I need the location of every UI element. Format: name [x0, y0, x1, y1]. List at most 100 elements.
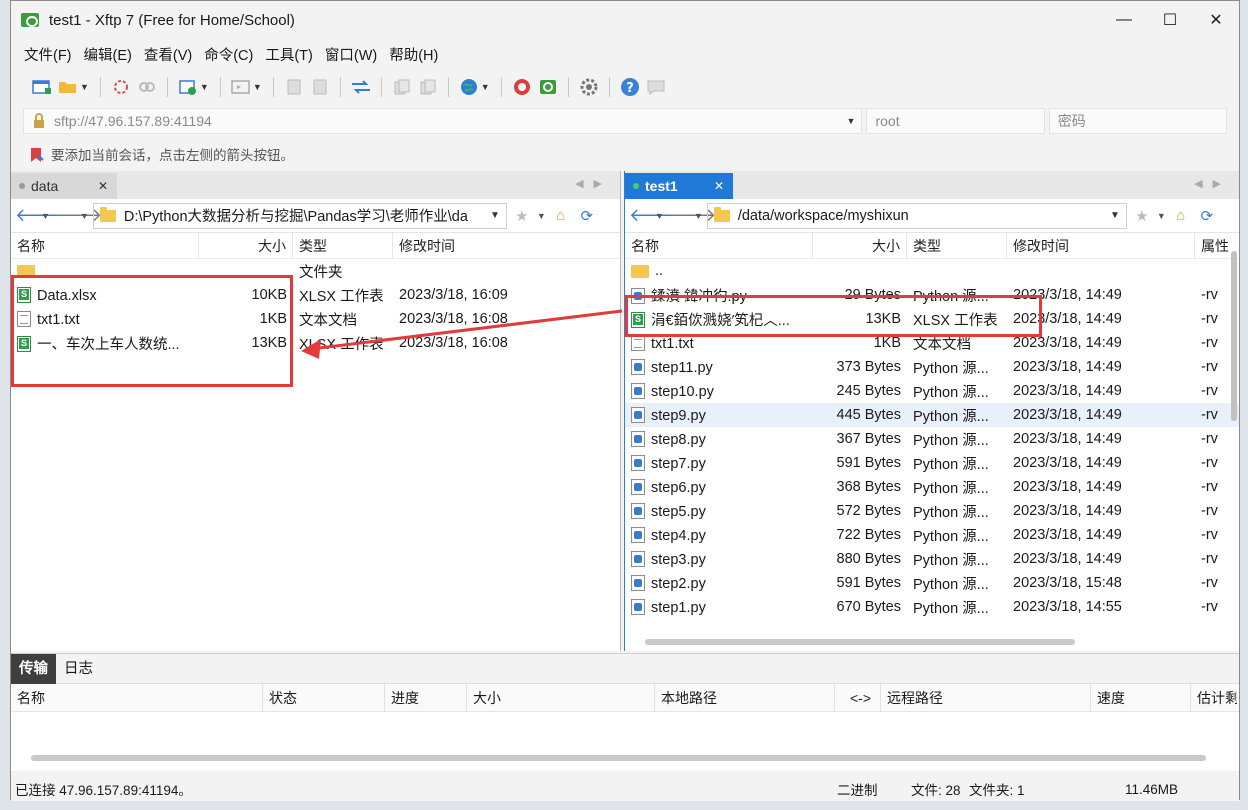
table-row[interactable]: step11.py 373 Bytes Python 源... 2023/3/18, …: [625, 355, 1239, 379]
download-icon[interactable]: [309, 76, 331, 98]
vertical-scrollbar[interactable]: [1231, 251, 1237, 421]
col-remote-path[interactable]: 远程路径: [881, 683, 1091, 712]
table-row[interactable]: Data.xlsx 10KB XLSX 工作表 2023/3/18, 16:09: [11, 283, 620, 307]
tab-scroll-arrows[interactable]: ◀▶: [1194, 177, 1231, 190]
col-progress[interactable]: 进度: [385, 683, 467, 712]
tab-transfer[interactable]: 传输: [11, 653, 56, 684]
menu-view[interactable]: 查看(V): [139, 44, 197, 65]
table-row[interactable]: step2.py 591 Bytes Python 源... 2023/3/18, 1…: [625, 571, 1239, 595]
star-icon[interactable]: ★: [1131, 207, 1153, 225]
chevron-down-icon[interactable]: ▼: [253, 82, 262, 92]
home-icon[interactable]: ⌂: [1170, 207, 1192, 224]
col-size[interactable]: 大小: [467, 683, 655, 712]
col-type[interactable]: 类型: [293, 232, 393, 259]
back-arrow-icon[interactable]: 🡐: [15, 205, 63, 226]
transfer-scrollbar[interactable]: [31, 755, 1206, 761]
maximize-button[interactable]: ☐: [1147, 1, 1193, 39]
menu-edit[interactable]: 编辑(E): [79, 44, 137, 65]
table-row[interactable]: step1.py 670 Bytes Python 源... 2023/3/18, 1…: [625, 595, 1239, 619]
gear-icon[interactable]: [578, 76, 600, 98]
close-icon[interactable]: ✕: [714, 179, 724, 193]
chevron-down-icon[interactable]: ▼: [847, 116, 856, 126]
table-row[interactable]: step7.py 591 Bytes Python 源... 2023/3/18, 1…: [625, 451, 1239, 475]
table-row[interactable]: step6.py 368 Bytes Python 源... 2023/3/18, 1…: [625, 475, 1239, 499]
sync-icon[interactable]: [350, 76, 372, 98]
col-speed[interactable]: 速度: [1091, 683, 1191, 712]
table-row[interactable]: ..: [625, 259, 1239, 283]
xshell-icon[interactable]: [511, 76, 533, 98]
menu-window[interactable]: 窗口(W): [320, 44, 382, 65]
globe-icon[interactable]: [458, 76, 480, 98]
chevron-down-icon[interactable]: ▼: [655, 211, 664, 221]
xftp-icon[interactable]: [537, 76, 559, 98]
col-size[interactable]: 大小: [813, 232, 907, 259]
chevron-down-icon[interactable]: ▼: [694, 211, 703, 221]
table-row[interactable]: 文件夹: [11, 259, 620, 283]
refresh-icon[interactable]: ⟳: [1196, 207, 1218, 225]
menu-command[interactable]: 命令(C): [199, 44, 258, 65]
chevron-down-icon[interactable]: ▼: [537, 211, 546, 221]
chevron-down-icon[interactable]: ▼: [80, 82, 89, 92]
chevron-down-icon[interactable]: ▼: [485, 210, 500, 221]
local-path-input[interactable]: D:\Python大数据分析与挖掘\Pandas学习\老师作业\da ▼: [92, 202, 507, 229]
forward-arrow-icon[interactable]: 🡒: [54, 205, 102, 226]
table-row[interactable]: 鍒濆 鍏冲彴.py 29 Bytes Python 源... 2023/3/18, 1…: [625, 283, 1239, 307]
col-eta[interactable]: 估计剩: [1191, 684, 1237, 712]
username-input[interactable]: root: [866, 108, 1045, 134]
new-session-icon[interactable]: [31, 76, 53, 98]
host-input[interactable]: sftp://47.96.157.89:41194 ▼: [23, 108, 863, 134]
chevron-down-icon[interactable]: ▼: [481, 82, 490, 92]
menu-file[interactable]: 文件(F): [19, 44, 77, 65]
menu-tools[interactable]: 工具(T): [260, 44, 318, 65]
upload-icon[interactable]: [283, 76, 305, 98]
star-icon[interactable]: ★: [511, 207, 533, 225]
table-row[interactable]: 一、车次上车人数统... 13KB XLSX 工作表 2023/3/18, 16…: [11, 331, 620, 355]
remote-path-input[interactable]: /data/workspace/myshixun ▼: [706, 202, 1127, 229]
home-icon[interactable]: ⌂: [550, 207, 572, 224]
chevron-down-icon[interactable]: ▼: [80, 211, 89, 221]
table-row[interactable]: step10.py 245 Bytes Python 源... 2023/3/18, …: [625, 379, 1239, 403]
table-row[interactable]: step9.py 445 Bytes Python 源... 2023/3/18, 1…: [625, 403, 1239, 427]
table-row[interactable]: step5.py 572 Bytes Python 源... 2023/3/18, 1…: [625, 499, 1239, 523]
chevron-down-icon[interactable]: ▼: [41, 211, 50, 221]
properties-icon[interactable]: [177, 76, 199, 98]
col-name[interactable]: 名称: [11, 232, 199, 259]
refresh-icon[interactable]: ⟳: [576, 207, 598, 225]
add-session-icon[interactable]: [29, 147, 44, 162]
table-row[interactable]: txt1.txt 1KB 文本文档 2023/3/18, 16:08: [11, 307, 620, 331]
forward-arrow-icon[interactable]: 🡒: [668, 205, 716, 226]
col-type[interactable]: 类型: [907, 232, 1007, 259]
horizontal-scrollbar[interactable]: [645, 639, 1075, 645]
back-arrow-icon[interactable]: 🡐: [629, 205, 677, 226]
chevron-down-icon[interactable]: ▼: [1105, 210, 1120, 221]
paste-icon[interactable]: [417, 76, 439, 98]
close-icon[interactable]: ✕: [98, 179, 108, 193]
tab-log[interactable]: 日志: [56, 654, 101, 684]
col-name[interactable]: 名称: [625, 232, 813, 259]
table-row[interactable]: step3.py 880 Bytes Python 源... 2023/3/18, 1…: [625, 547, 1239, 571]
disconnect-icon[interactable]: [136, 76, 158, 98]
help-icon[interactable]: ?: [619, 76, 641, 98]
table-row[interactable]: 涓€銆佽溅娆′笂杞︿...13KBXLSX 工作表2023/3/18, 14:4…: [625, 307, 1239, 331]
col-modified[interactable]: 修改时间: [393, 233, 613, 259]
col-direction[interactable]: <->: [835, 683, 881, 712]
copy-icon[interactable]: [391, 76, 413, 98]
tab-remote-test1[interactable]: test1 ✕: [625, 173, 733, 199]
chevron-down-icon[interactable]: ▼: [1157, 211, 1166, 221]
connect-icon[interactable]: [110, 76, 132, 98]
table-row[interactable]: txt1.txt 1KB 文本文档 2023/3/18, 14:49 -rv: [625, 331, 1239, 355]
tab-local-data[interactable]: data ✕: [11, 173, 117, 199]
table-row[interactable]: step8.py 367 Bytes Python 源... 2023/3/18, 1…: [625, 427, 1239, 451]
password-input[interactable]: 密码: [1048, 108, 1227, 134]
tab-scroll-arrows[interactable]: ◀▶: [575, 177, 612, 190]
col-status[interactable]: 状态: [263, 683, 385, 712]
col-size[interactable]: 大小: [199, 232, 293, 259]
table-row[interactable]: step4.py 722 Bytes Python 源... 2023/3/18, 1…: [625, 523, 1239, 547]
col-name[interactable]: 名称: [11, 683, 263, 712]
menu-help[interactable]: 帮助(H): [384, 44, 443, 65]
close-button[interactable]: ✕: [1193, 1, 1239, 39]
terminal-icon[interactable]: [230, 76, 252, 98]
chevron-down-icon[interactable]: ▼: [200, 82, 209, 92]
col-local-path[interactable]: 本地路径: [655, 683, 835, 712]
open-folder-icon[interactable]: [57, 76, 79, 98]
